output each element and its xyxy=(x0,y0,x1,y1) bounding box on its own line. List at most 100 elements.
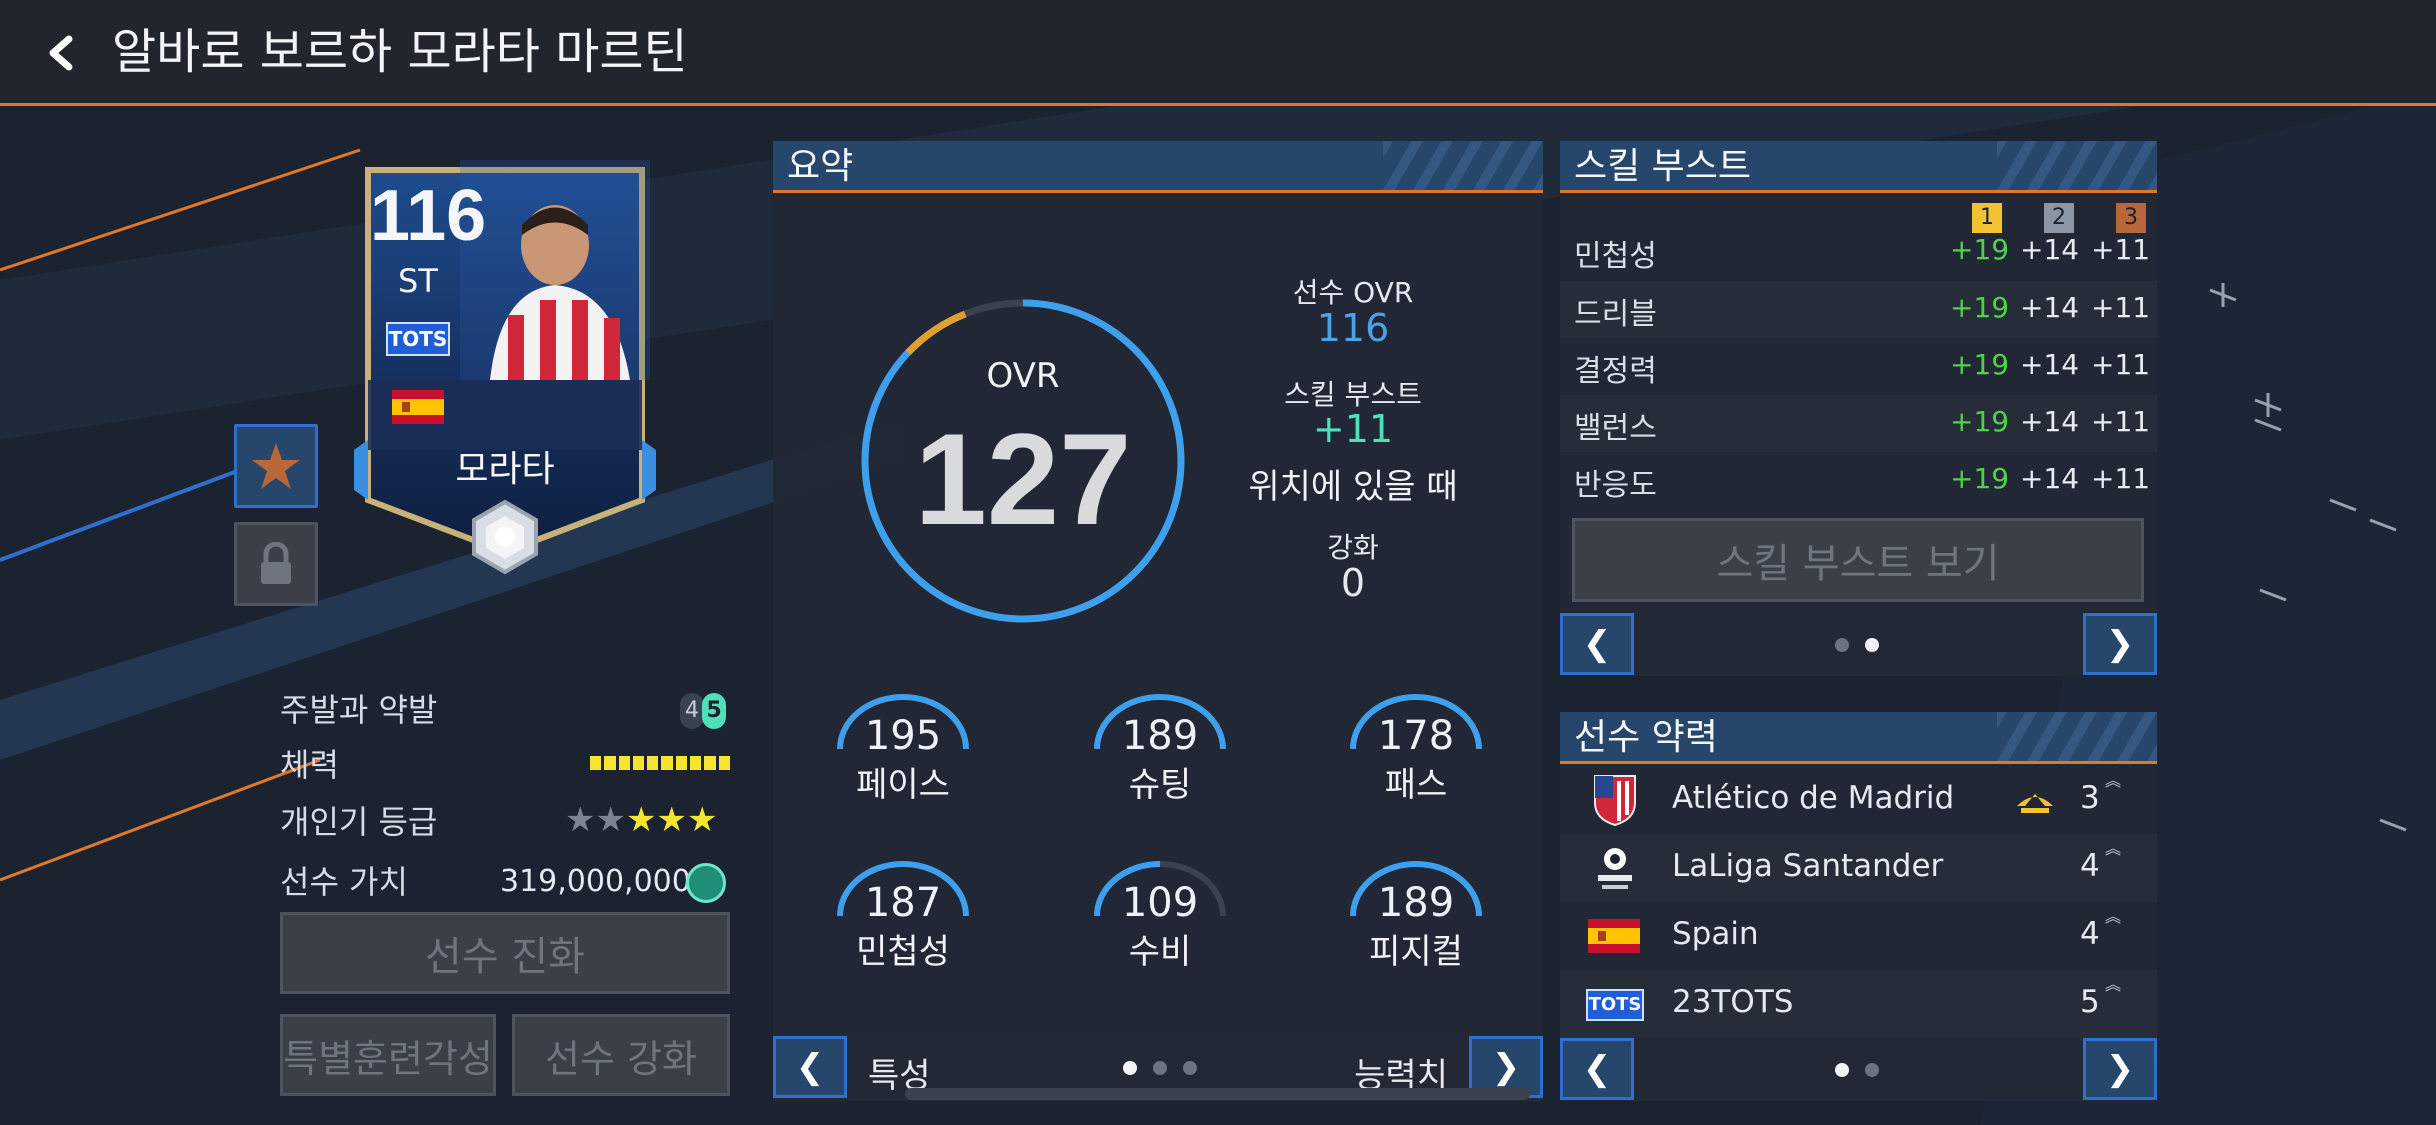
profile-pager: ❮ ❯ xyxy=(1560,1038,2157,1101)
popularity-stars: ★★★★★ xyxy=(565,800,717,840)
boost-name: 민첩성 xyxy=(1574,239,1657,274)
horizontal-scrollbar[interactable] xyxy=(905,1088,1530,1100)
summary-prev-button[interactable]: ❮ xyxy=(773,1036,847,1098)
popularity-label: 개인기 등급 xyxy=(280,803,438,841)
boost-v1: +19 xyxy=(1950,462,2010,495)
chevron-left-icon xyxy=(49,35,73,71)
boost-v2: +14 xyxy=(2020,291,2080,324)
boost-name: 밸런스 xyxy=(1574,411,1657,446)
club-crest-icon xyxy=(1594,775,1636,827)
skill-boost-prev-button[interactable]: ❮ xyxy=(1560,613,1634,675)
enhance-value: 0 xyxy=(1340,561,1366,605)
player-value-label: 선수 가치 xyxy=(280,863,408,901)
pager-dot[interactable] xyxy=(1865,1063,1879,1077)
star-icon: ★ xyxy=(686,800,718,840)
stamina-bar xyxy=(590,756,730,770)
view-skill-boost-button[interactable]: 스킬 부스트 보기 xyxy=(1572,518,2144,602)
pager-dot[interactable] xyxy=(1835,1063,1849,1077)
favorite-button[interactable] xyxy=(234,424,318,508)
foot-rating: 4 5 xyxy=(680,693,732,729)
chemistry-name: LaLiga Santander xyxy=(1672,848,1944,884)
profile-header: 선수 약력 xyxy=(1560,712,2157,764)
stat-value: 109 xyxy=(1121,880,1199,926)
card-position: ST xyxy=(398,262,438,300)
chemistry-name: 23TOTS xyxy=(1672,984,1794,1020)
special-training-button[interactable]: 특별훈련각성 xyxy=(280,1014,496,1096)
card-ovr: 116 xyxy=(370,176,487,256)
chemistry-name: Atlético de Madrid xyxy=(1672,780,1955,816)
owner-icon xyxy=(2017,794,2053,813)
boost-name: 드리블 xyxy=(1574,297,1657,332)
chemistry-row[interactable]: Spain 4 ︽ xyxy=(1560,902,2157,970)
boost-row: 민첩성 +19 +14 +11 xyxy=(1560,223,2157,280)
ovr-label: OVR xyxy=(986,356,1060,396)
player-ovr-value: 116 xyxy=(1316,306,1390,350)
evolve-button[interactable]: 선수 진화 xyxy=(280,912,730,994)
stat-shooting: 189 슈팅 xyxy=(1085,691,1235,821)
stat-value: 187 xyxy=(864,880,942,926)
chemistry-row[interactable]: Atlético de Madrid 3 ︽ xyxy=(1560,766,2157,834)
boost-v2: +14 xyxy=(2020,405,2080,438)
stat-pace: 195 페이스 xyxy=(828,691,978,821)
pager-dot[interactable] xyxy=(1123,1061,1137,1075)
pager-dot[interactable] xyxy=(1183,1061,1197,1075)
stat-label: 수비 xyxy=(1128,932,1192,972)
foot-label: 주발과 약발 xyxy=(280,691,438,729)
stat-value: 195 xyxy=(864,713,942,759)
skill-boost-panel: 스킬 부스트 1 2 3 민첩성 +19 +14 +11 드리블 +19 +14… xyxy=(1560,141,2157,676)
page-title: 알바로 보르하 모라타 마르틴 xyxy=(112,24,688,80)
player-value: 319,000,000 xyxy=(500,864,691,899)
summary-title: 요약 xyxy=(787,146,854,187)
chemistry-row[interactable]: LaLiga Santander 4 ︽ xyxy=(1560,834,2157,902)
enhance-button[interactable]: 선수 강화 xyxy=(512,1014,730,1096)
pager-dot[interactable] xyxy=(1153,1061,1167,1075)
pager-dot[interactable] xyxy=(1865,638,1879,652)
stat-value: 189 xyxy=(1377,880,1455,926)
chevron-up-icon: ︽ xyxy=(2105,771,2122,790)
boost-v3: +11 xyxy=(2091,291,2151,324)
boost-v2: +14 xyxy=(2020,462,2080,495)
stat-value: 178 xyxy=(1377,713,1455,759)
stat-label: 슈팅 xyxy=(1128,765,1192,805)
skill-boost-next-button[interactable]: ❯ xyxy=(2083,613,2157,675)
stamina-label: 체력 xyxy=(280,746,339,784)
chemistry-level: 4 xyxy=(2080,916,2100,952)
lock-button[interactable] xyxy=(234,522,318,606)
star-icon: ★ xyxy=(625,800,657,840)
profile-title: 선수 약력 xyxy=(1574,717,1718,758)
stat-label: 페이스 xyxy=(856,765,950,805)
chemistry-level: 4 xyxy=(2080,848,2100,884)
top-bar: 알바로 보르하 모라타 마르틴 xyxy=(0,0,2436,106)
boost-name: 반응도 xyxy=(1574,468,1657,503)
weak-foot-value: 5 xyxy=(702,693,726,729)
boost-v1: +19 xyxy=(1950,291,2010,324)
stat-label: 피지컬 xyxy=(1369,932,1463,972)
boost-v1: +19 xyxy=(1950,348,2010,381)
boost-v3: +11 xyxy=(2091,348,2151,381)
chevron-up-icon: ︽ xyxy=(2105,839,2122,858)
boost-v2: +14 xyxy=(2020,233,2080,266)
boost-row: 드리블 +19 +14 +11 xyxy=(1560,281,2157,338)
chemistry-name: Spain xyxy=(1672,916,1759,952)
boost-v3: +11 xyxy=(2091,405,2151,438)
chevron-up-icon: ︽ xyxy=(2105,975,2122,994)
profile-prev-button[interactable]: ❮ xyxy=(1560,1038,1634,1100)
chemistry-level: 3 xyxy=(2080,780,2100,816)
boost-v1: +19 xyxy=(1950,405,2010,438)
boost-v1: +19 xyxy=(1950,233,2010,266)
stat-agility: 187 민첩성 xyxy=(828,858,978,988)
back-button[interactable] xyxy=(30,22,90,84)
summary-header: 요약 xyxy=(773,141,1543,193)
star-icon: ★ xyxy=(595,800,626,840)
enhance-label: 강화 xyxy=(1327,531,1379,564)
stat-label: 민첩성 xyxy=(856,932,950,972)
pager-dot[interactable] xyxy=(1835,638,1849,652)
chemistry-row[interactable]: TOTS 23TOTS 5 ︽ xyxy=(1560,970,2157,1038)
profile-next-button[interactable]: ❯ xyxy=(2083,1038,2157,1100)
boost-row: 결정력 +19 +14 +11 xyxy=(1560,338,2157,395)
lock-icon xyxy=(261,542,291,584)
card-name: 모라타 xyxy=(455,449,555,490)
chevron-up-icon: ︽ xyxy=(2105,907,2122,926)
chemistry-level: 5 xyxy=(2080,984,2100,1020)
player-card[interactable]: 116 ST TOTS 모라타 xyxy=(340,140,670,580)
